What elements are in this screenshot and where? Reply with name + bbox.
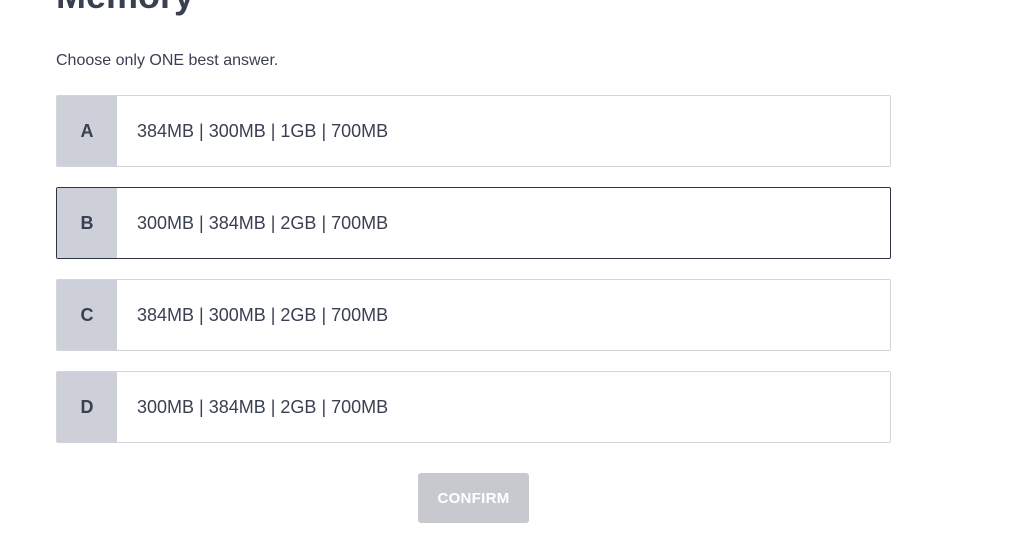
question-heading: Memory [56,0,194,14]
option-c[interactable]: C 384MB | 300MB | 2GB | 700MB [56,279,891,351]
option-letter: A [57,96,117,166]
option-a[interactable]: A 384MB | 300MB | 1GB | 700MB [56,95,891,167]
option-text: 384MB | 300MB | 2GB | 700MB [137,304,389,325]
option-text: 384MB | 300MB | 1GB | 700MB [137,120,389,141]
option-text: 300MB | 384MB | 2GB | 700MB [137,212,389,233]
option-b[interactable]: B 300MB | 384MB | 2GB | 700MB [56,187,891,259]
option-letter: D [57,372,117,442]
question-instruction: Choose only ONE best answer. [56,52,279,69]
option-letter: C [57,280,117,350]
option-letter: B [57,188,117,258]
confirm-button[interactable]: CONFIRM [418,473,529,523]
option-text: 300MB | 384MB | 2GB | 700MB [137,396,389,417]
option-d[interactable]: D 300MB | 384MB | 2GB | 700MB [56,371,891,443]
answer-options: A 384MB | 300MB | 1GB | 700MB B 300MB | … [56,95,891,463]
quiz-page: Memory Choose only ONE best answer. A 38… [0,0,1020,550]
